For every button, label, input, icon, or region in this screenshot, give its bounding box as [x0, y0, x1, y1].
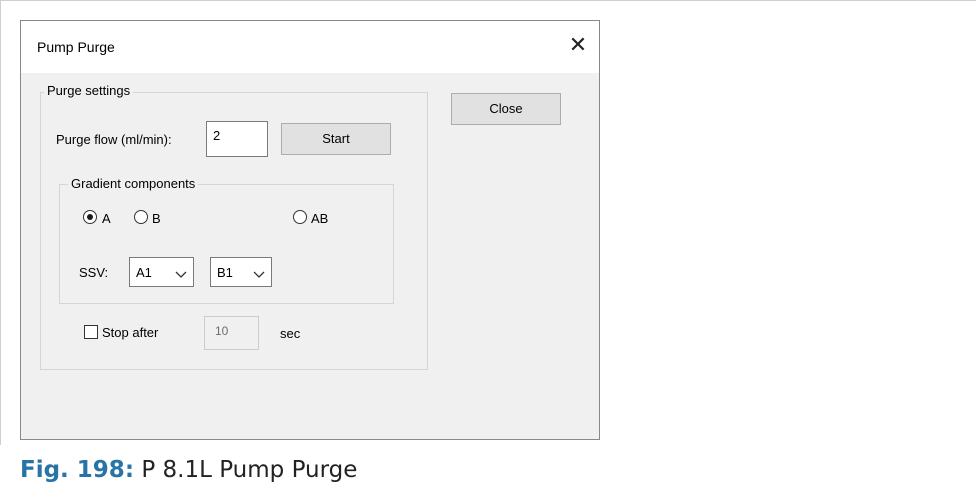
title-bar: Pump Purge ✕: [21, 21, 599, 73]
radio-a[interactable]: [83, 210, 97, 224]
close-icon[interactable]: ✕: [566, 33, 590, 57]
ssv-a-select[interactable]: A1: [129, 257, 194, 287]
radio-b[interactable]: [134, 210, 148, 224]
radio-b-label: B: [152, 211, 161, 226]
purge-flow-input[interactable]: 2: [206, 121, 268, 157]
stop-after-unit: sec: [280, 326, 301, 341]
chevron-down-icon: [175, 267, 187, 282]
window-title: Pump Purge: [37, 39, 115, 55]
close-button[interactable]: Close: [451, 93, 561, 125]
radio-ab-label: AB: [311, 211, 329, 226]
start-button[interactable]: Start: [281, 123, 391, 155]
figure-caption: Fig. 198: P 8.1L Pump Purge: [20, 457, 357, 483]
chevron-down-icon: [253, 267, 265, 282]
ssv-label: SSV:: [79, 265, 109, 280]
figure-number: Fig. 198:: [20, 457, 135, 483]
radio-ab[interactable]: [293, 210, 307, 224]
stop-after-input[interactable]: 10: [204, 316, 259, 350]
purge-flow-label: Purge flow (ml/min):: [56, 132, 172, 147]
radio-a-label: A: [102, 211, 111, 226]
figure-caption-text: P 8.1L Pump Purge: [141, 457, 358, 483]
pump-purge-dialog: Pump Purge ✕ Purge settings Purge flow (…: [20, 20, 600, 440]
ssv-b-value: B1: [217, 265, 233, 280]
stop-after-label: Stop after: [102, 325, 159, 340]
frame-top-border: [0, 0, 976, 1]
frame-left-border: [0, 0, 1, 445]
gradient-components-label: Gradient components: [68, 176, 199, 191]
ssv-a-value: A1: [136, 265, 152, 280]
purge-settings-label: Purge settings: [44, 83, 134, 98]
ssv-b-select[interactable]: B1: [210, 257, 272, 287]
stop-after-checkbox[interactable]: [84, 325, 98, 339]
